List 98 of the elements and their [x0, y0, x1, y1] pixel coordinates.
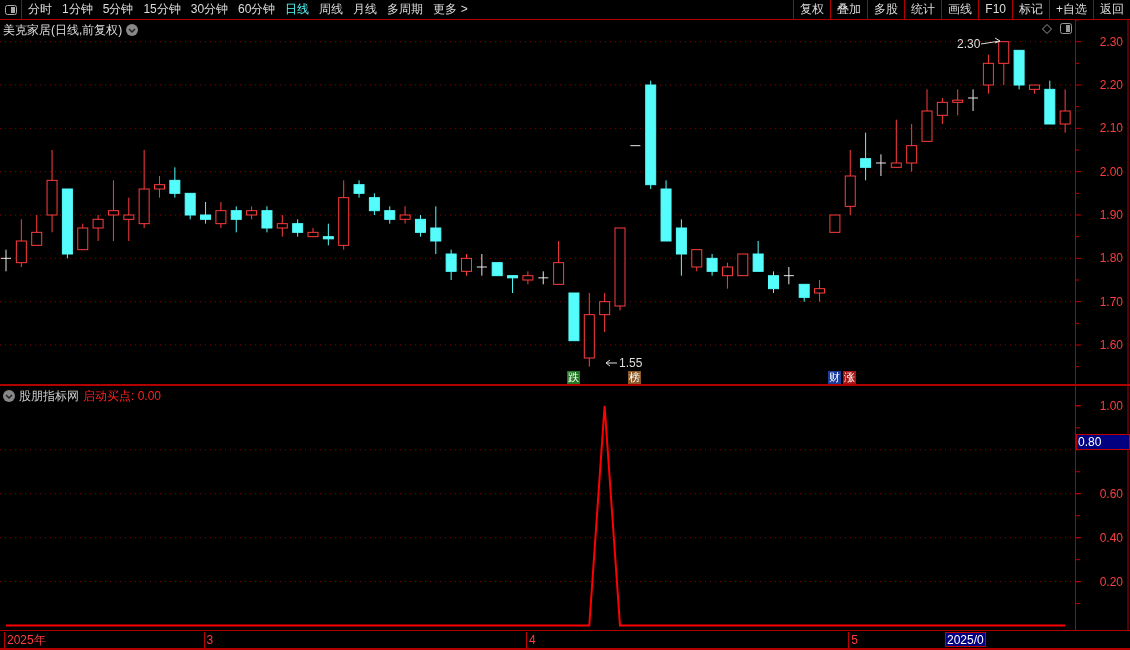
cursor-date-label: 2025/0 — [945, 632, 986, 647]
candlestick — [322, 223, 334, 246]
candlestick — [783, 266, 795, 285]
candlestick — [31, 214, 43, 246]
low-price-label: 1.55 — [619, 356, 643, 370]
indicator-name: 股朋指标网 — [19, 388, 79, 405]
candlestick — [476, 253, 488, 277]
candlestick — [107, 179, 119, 242]
toolbar-button[interactable]: 返回 — [1093, 0, 1130, 19]
signal-tag: 财 — [827, 371, 841, 384]
axis-label: 0.60 — [1099, 486, 1123, 501]
candlestick — [353, 179, 365, 199]
period-tab[interactable]: 更多 > — [433, 0, 468, 19]
signal-tag: 榜 — [628, 371, 642, 384]
candlestick — [599, 292, 611, 333]
time-axis-label: 2025年 — [4, 632, 46, 648]
candlestick — [154, 175, 165, 199]
candlestick — [706, 253, 718, 277]
period-tab[interactable]: 15分钟 — [143, 0, 181, 19]
period-tab[interactable]: 分时 — [28, 0, 52, 19]
period-tab[interactable]: 60分钟 — [238, 0, 276, 19]
period-tab[interactable]: 月线 — [353, 0, 378, 19]
leader-line — [605, 359, 618, 367]
signal-tag: 跌 — [566, 371, 580, 384]
candlestick — [215, 201, 227, 229]
time-axis-label: 5 — [848, 632, 858, 648]
axis-label: 1.60 — [1099, 338, 1123, 352]
axis-label: 1.70 — [1099, 294, 1123, 309]
period-tab[interactable]: 多周期 — [387, 0, 424, 19]
chevron-down-icon[interactable] — [3, 390, 15, 402]
leader-line — [980, 37, 1001, 45]
candlestick — [0, 249, 12, 272]
candlestick — [936, 97, 948, 125]
candlestick — [952, 88, 964, 116]
candlestick — [200, 201, 212, 225]
candlestick — [860, 132, 872, 181]
candlestick — [906, 123, 918, 173]
toolbar-button[interactable]: F10 — [978, 0, 1012, 19]
candlestick — [752, 240, 764, 272]
chevron-down-icon[interactable] — [126, 24, 139, 36]
toolbar-button[interactable]: 画线 — [941, 0, 979, 19]
toolbar-button[interactable]: 复权 — [793, 0, 831, 19]
candlestick — [768, 270, 779, 294]
signal-tag: 涨 — [843, 371, 857, 384]
candlestick — [368, 192, 380, 216]
period-tab[interactable]: 30分钟 — [190, 0, 229, 19]
candlestick — [123, 197, 135, 242]
candlestick — [982, 54, 994, 95]
candlestick — [967, 88, 979, 112]
axis-label: 2.30 — [1099, 34, 1123, 49]
candlestick — [737, 253, 749, 277]
axis-label: 0.40 — [1099, 530, 1123, 545]
candlestick — [430, 205, 442, 255]
candlestick — [814, 279, 826, 303]
candlestick — [399, 205, 411, 225]
axis-label: 2.20 — [1099, 78, 1123, 92]
period-tab[interactable]: 1分钟 — [62, 0, 93, 19]
indicator-legend: 启动买点: 0.00 — [83, 387, 162, 405]
axis-label: 1.90 — [1099, 208, 1123, 222]
candlestick — [1059, 88, 1071, 134]
axis-label: 2.10 — [1099, 121, 1123, 136]
axis-label: 1.00 — [1099, 398, 1123, 413]
candlestick — [445, 249, 457, 281]
candlestick — [276, 214, 288, 238]
candlestick — [169, 166, 181, 199]
candlestick — [553, 240, 565, 285]
candlestick — [261, 205, 273, 233]
candlestick — [461, 253, 472, 277]
candlestick — [998, 41, 1010, 86]
axis-label: 0.20 — [1099, 574, 1123, 589]
high-price-label: 2.30 — [957, 37, 981, 51]
candlestick — [721, 262, 733, 290]
period-tab[interactable]: 5分钟 — [102, 0, 134, 19]
cursor-value-label: 0.80 — [1076, 434, 1130, 450]
candlestick — [92, 214, 104, 242]
panel-toggle-icon[interactable] — [1060, 23, 1072, 34]
axis-label: 1.80 — [1099, 251, 1123, 266]
candlestick — [890, 119, 902, 168]
candlestick — [77, 223, 89, 251]
candlestick — [691, 249, 703, 272]
toolbar-button[interactable]: 叠加 — [830, 0, 868, 19]
period-tab[interactable]: 日线 — [285, 0, 310, 19]
candlestick — [414, 214, 426, 238]
toolbar-button[interactable]: 标记 — [1012, 0, 1049, 19]
candlestick — [522, 270, 534, 285]
candlestick — [537, 270, 549, 285]
toolbar-button[interactable]: +自选 — [1049, 0, 1093, 19]
toolbar-button[interactable]: 统计 — [904, 0, 942, 19]
candlestick — [875, 153, 887, 177]
candlestick — [184, 192, 196, 220]
candlestick — [230, 205, 242, 233]
stock-title: 美克家居(日线,前复权) — [3, 22, 123, 39]
toolbar-button[interactable]: 多股 — [867, 0, 905, 19]
period-tab[interactable]: 周线 — [319, 0, 344, 19]
candlestick — [15, 218, 27, 268]
time-axis-label: 3 — [203, 632, 214, 648]
time-axis-label: 4 — [525, 632, 536, 648]
axis-label: 2.00 — [1099, 164, 1123, 179]
